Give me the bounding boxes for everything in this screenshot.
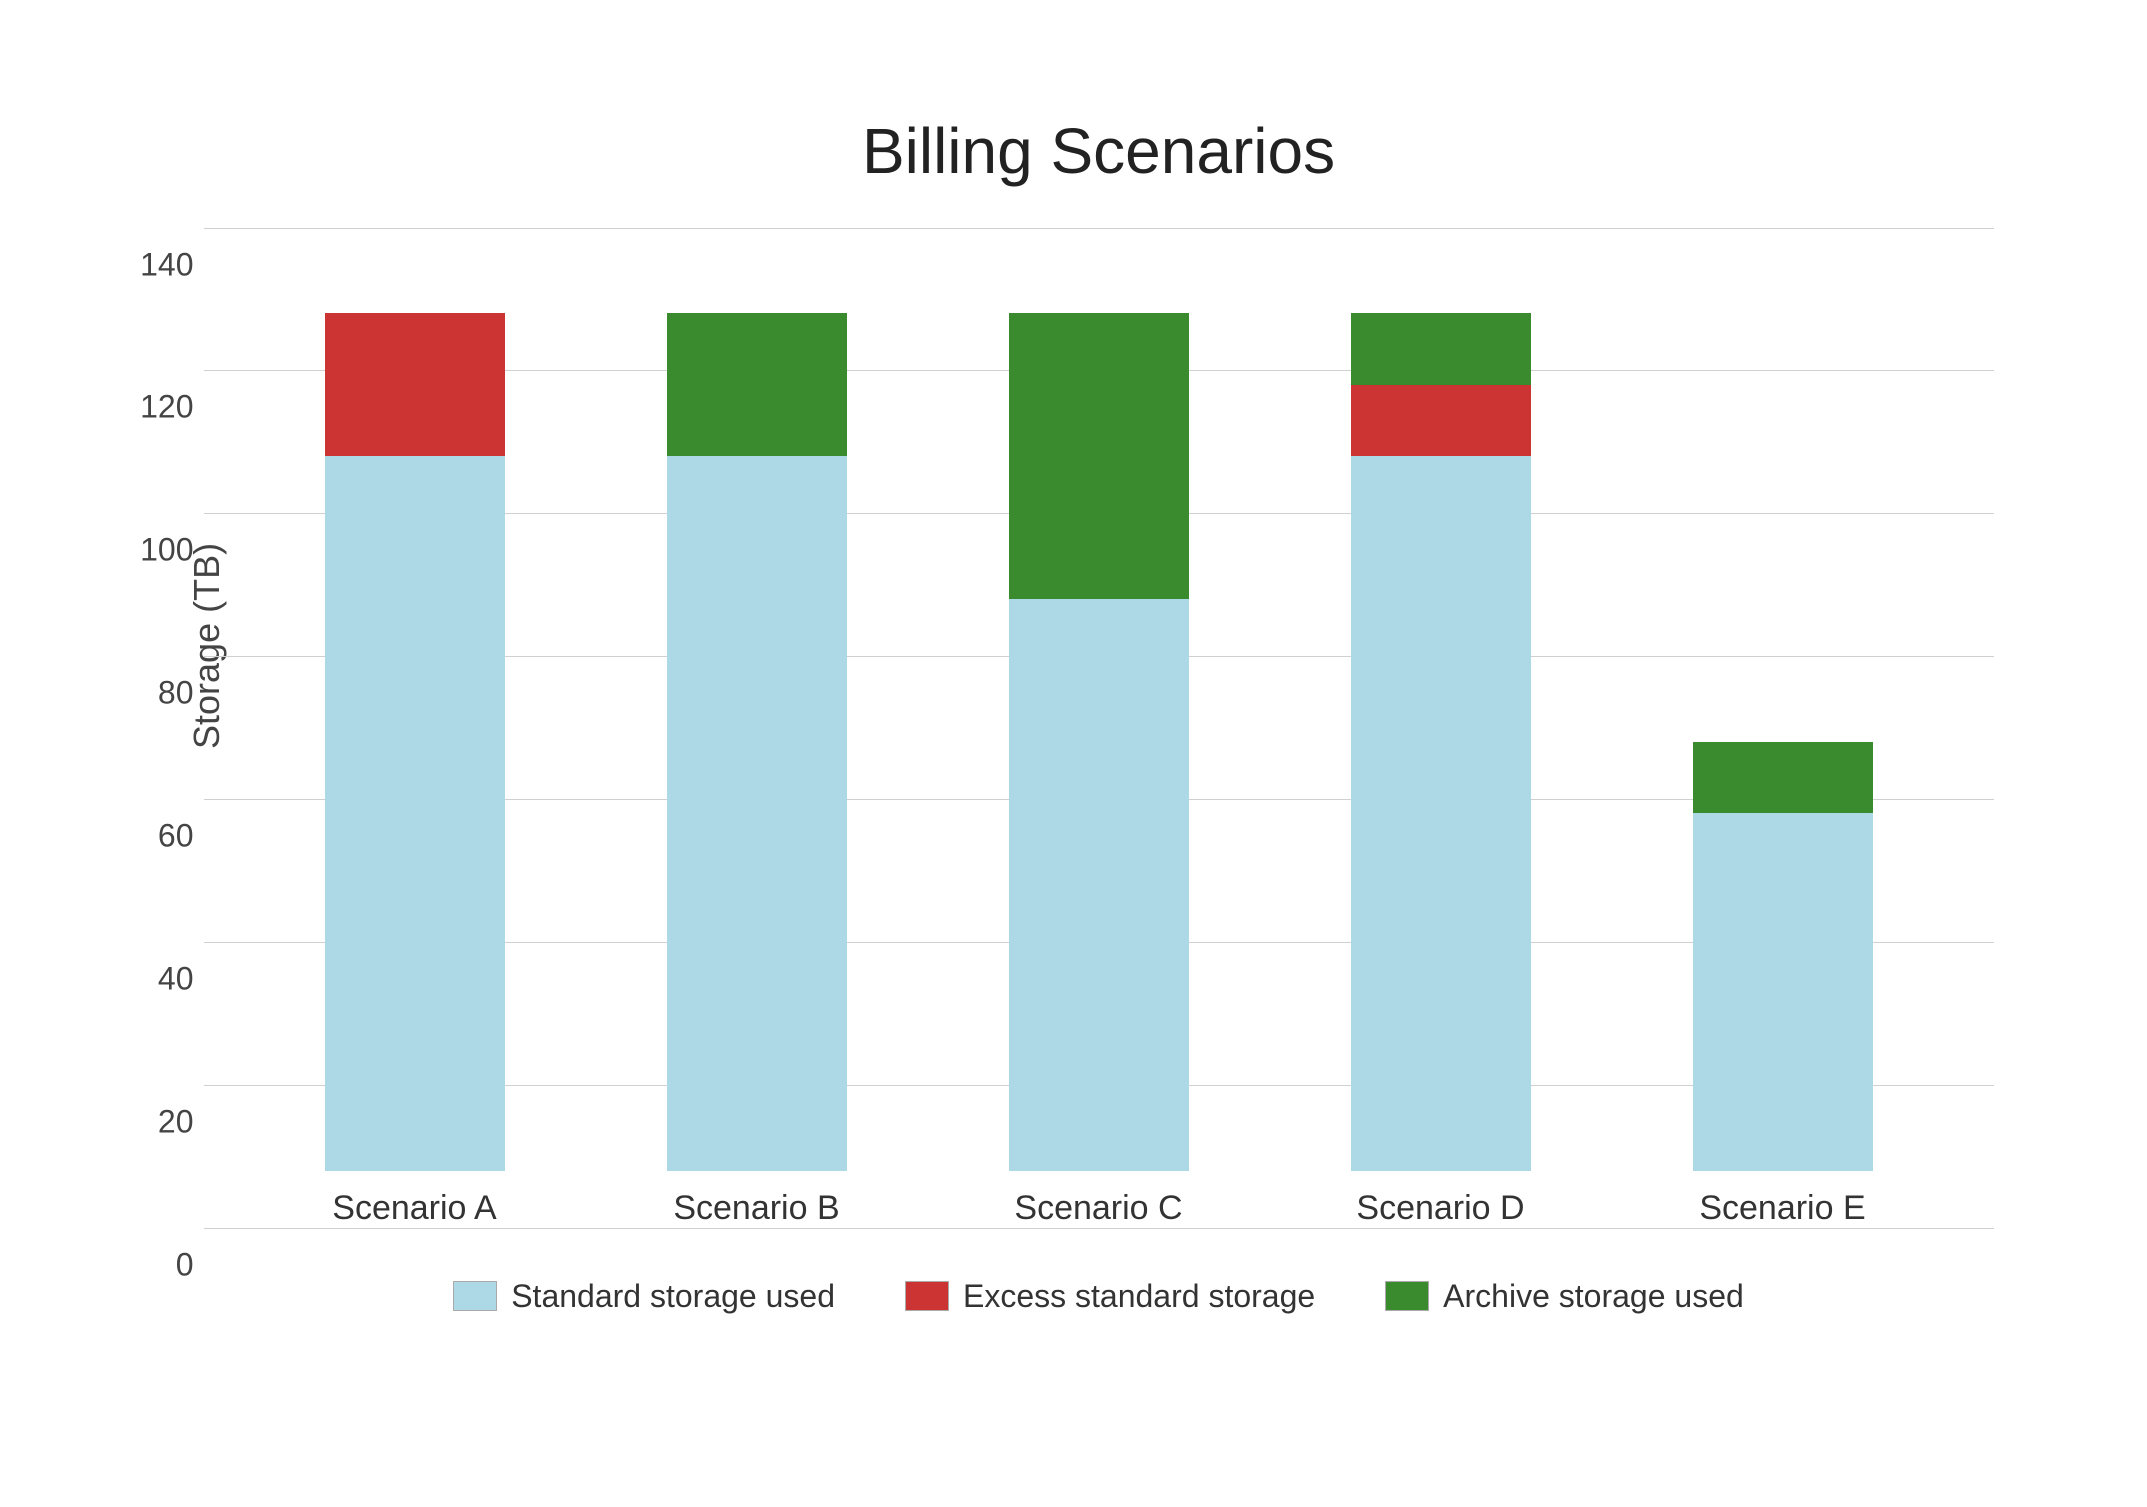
- legend-label: Archive storage used: [1443, 1278, 1744, 1315]
- standard-segment: [325, 456, 505, 1170]
- bar-x-label: Scenario A: [332, 1189, 496, 1228]
- bar-stack: [325, 313, 505, 1170]
- standard-segment: [1009, 599, 1189, 1170]
- excess-segment: [1351, 385, 1531, 456]
- legend-item: Archive storage used: [1385, 1278, 1744, 1315]
- bar-stack: [1009, 313, 1189, 1170]
- legend-swatch: [1385, 1281, 1429, 1311]
- archive-segment: [667, 313, 847, 456]
- y-axis-tick-label: 140: [124, 246, 194, 283]
- legend-label: Excess standard storage: [963, 1278, 1315, 1315]
- chart-area: Storage (TB) 020406080100120140Scenario …: [204, 228, 1994, 1228]
- bar-group: Scenario A: [315, 313, 515, 1227]
- bar-group: Scenario C: [999, 313, 1199, 1227]
- bar-group: Scenario E: [1683, 742, 1883, 1228]
- y-axis-tick-label: 60: [124, 817, 194, 854]
- bar-x-label: Scenario D: [1356, 1189, 1524, 1228]
- legend: Standard storage used Excess standard sto…: [204, 1278, 1994, 1315]
- standard-segment: [667, 456, 847, 1170]
- standard-segment: [1693, 813, 1873, 1170]
- bar-stack: [667, 313, 847, 1170]
- y-axis-tick-label: 100: [124, 532, 194, 569]
- y-axis-tick-label: 80: [124, 675, 194, 712]
- chart-container: Billing Scenarios Storage (TB) 020406080…: [74, 54, 2074, 1454]
- bar-stack: [1351, 313, 1531, 1170]
- bar-x-label: Scenario C: [1014, 1189, 1182, 1228]
- y-axis-tick-label: 120: [124, 389, 194, 426]
- bar-stack: [1693, 742, 1873, 1171]
- grid-and-bars: 020406080100120140Scenario AScenario BSc…: [204, 228, 1994, 1228]
- legend-swatch: [453, 1281, 497, 1311]
- y-axis-tick-label: 20: [124, 1103, 194, 1140]
- legend-swatch: [905, 1281, 949, 1311]
- legend-item: Excess standard storage: [905, 1278, 1315, 1315]
- archive-segment: [1009, 313, 1189, 599]
- legend-item: Standard storage used: [453, 1278, 835, 1315]
- bar-group: Scenario D: [1341, 313, 1541, 1227]
- chart-title: Billing Scenarios: [204, 114, 1994, 188]
- archive-segment: [1351, 313, 1531, 384]
- bars-row: Scenario A Scenario B Scenario C Scenario D…: [204, 228, 1994, 1228]
- standard-segment: [1351, 456, 1531, 1170]
- bar-x-label: Scenario E: [1699, 1189, 1865, 1228]
- bar-group: Scenario B: [657, 313, 857, 1227]
- excess-segment: [325, 313, 505, 456]
- y-axis-tick-label: 0: [124, 1246, 194, 1283]
- legend-label: Standard storage used: [511, 1278, 835, 1315]
- archive-segment: [1693, 742, 1873, 813]
- bar-x-label: Scenario B: [673, 1189, 839, 1228]
- y-axis-tick-label: 40: [124, 960, 194, 997]
- grid-line: [204, 1228, 1994, 1229]
